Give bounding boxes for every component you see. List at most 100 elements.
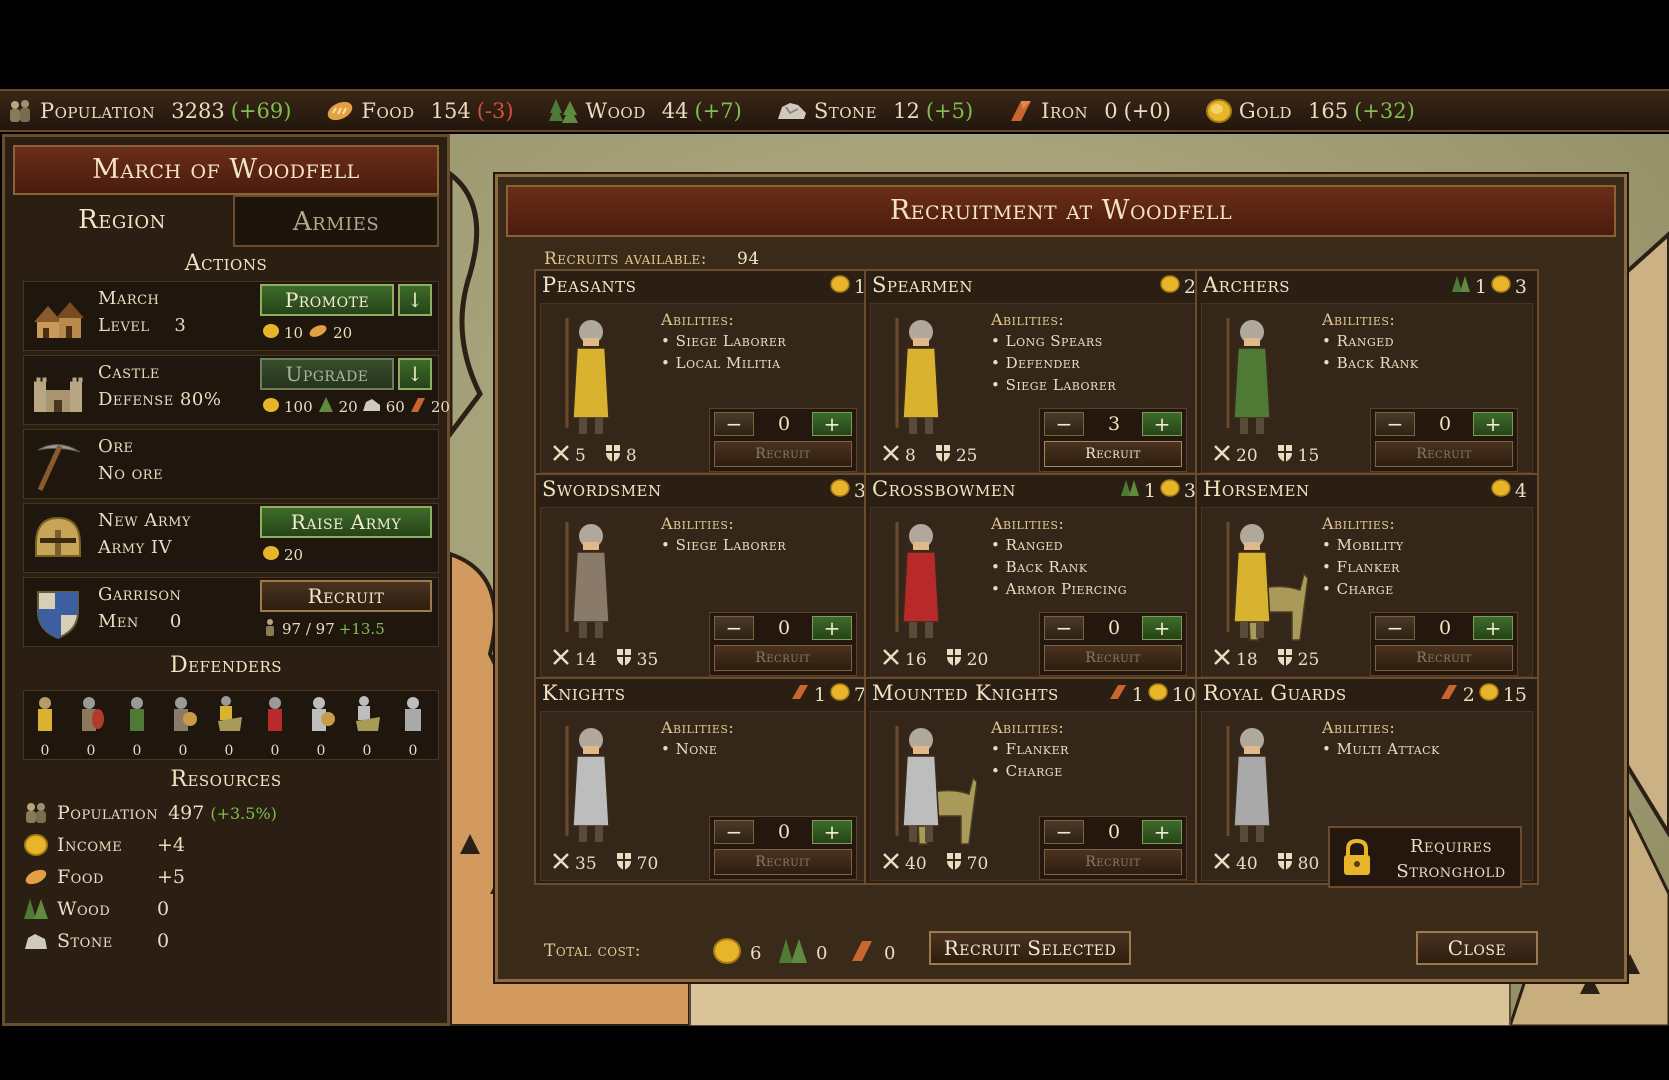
unit-recruit-button[interactable]: Recruit: [714, 645, 852, 671]
unit-stats: 16 20: [881, 647, 992, 672]
unit-card: Peasants 1 Abilities: • Siege Laborer • Loca…: [534, 269, 878, 477]
decrease-button[interactable]: −: [1375, 412, 1415, 436]
gold-coin-icon: [1491, 479, 1511, 502]
crossed-swords-icon: [551, 443, 571, 468]
gold-coin-icon: [23, 833, 53, 857]
unit-recruit-button[interactable]: Recruit: [1044, 849, 1182, 875]
unit-quantity[interactable]: 0: [758, 412, 810, 436]
unit-attack: 35: [575, 853, 597, 874]
unit-recruit-button[interactable]: Recruit: [714, 441, 852, 467]
unit-quantity[interactable]: 0: [1419, 412, 1471, 436]
upgrade-arrow-button[interactable]: ↓: [398, 358, 432, 390]
garrison-label: Garrison: [98, 584, 182, 605]
garrison-recruit-button[interactable]: Recruit: [260, 580, 432, 612]
region-food-value: +5: [157, 866, 186, 888]
recruits-value: 94: [737, 249, 760, 269]
stone-icon: [23, 929, 53, 953]
region-wood-value: 0: [157, 898, 170, 920]
decrease-button[interactable]: −: [714, 820, 754, 844]
castle-icon: [28, 362, 88, 420]
decrease-button[interactable]: −: [714, 412, 754, 436]
unit-gold-cost: 10: [1171, 683, 1196, 706]
decrease-button[interactable]: −: [714, 616, 754, 640]
upgrade-iron-cost: 20: [430, 398, 450, 416]
defender-crossbowman[interactable]: 0: [256, 695, 294, 759]
crossed-swords-icon: [1212, 647, 1232, 672]
defender-horseman[interactable]: 0: [210, 695, 248, 759]
close-button[interactable]: Close: [1416, 931, 1538, 965]
unit-quantity[interactable]: 0: [1088, 616, 1140, 640]
raise-army-button[interactable]: Raise Army: [260, 506, 432, 538]
defender-count: 0: [224, 743, 234, 759]
unit-recruit-button[interactable]: Recruit: [1044, 441, 1182, 467]
total-wood-value: 0: [816, 943, 828, 964]
unit-quantity[interactable]: 3: [1088, 412, 1140, 436]
defender-royal-guard[interactable]: 0: [394, 695, 432, 759]
shield-icon: [615, 851, 633, 876]
unit-quantity[interactable]: 0: [1419, 616, 1471, 640]
promote-arrow-button[interactable]: ↓: [398, 284, 432, 316]
increase-button[interactable]: +: [1142, 412, 1182, 436]
increase-button[interactable]: +: [1142, 820, 1182, 844]
region-stone: Stone 0: [23, 929, 169, 953]
unit-quantity[interactable]: 0: [758, 820, 810, 844]
promote-button[interactable]: Promote: [260, 284, 394, 316]
resource-bar: Population 3283 (+69) Food 154 (-3) Wood…: [0, 89, 1669, 132]
march-row: March Level 3 Promote ↓ 10 20: [23, 281, 439, 351]
defender-count: 0: [40, 743, 50, 759]
tab-region[interactable]: Region: [13, 195, 231, 247]
unit-body: Abilities: • Ranged • Back Rank • Armor Pie…: [870, 507, 1202, 677]
unit-portrait-icon: [547, 512, 647, 642]
unit-recruit-button[interactable]: Recruit: [714, 849, 852, 875]
stone-delta: (+5): [925, 98, 974, 123]
iron-ingot-icon: [1439, 683, 1459, 706]
increase-button[interactable]: +: [1473, 616, 1513, 640]
region-income-label: Income: [57, 834, 123, 856]
garrison-row: Garrison Men 0 Recruit 97 / 97 +13.5: [23, 577, 439, 647]
defender-archer[interactable]: 0: [118, 695, 156, 759]
unit-recruit-button[interactable]: Recruit: [1375, 441, 1513, 467]
decrease-button[interactable]: −: [1044, 616, 1084, 640]
defender-peasant[interactable]: 0: [26, 695, 64, 759]
unit-quantity[interactable]: 0: [1088, 820, 1140, 844]
defender-mounted-knight[interactable]: 0: [348, 695, 386, 759]
increase-button[interactable]: +: [1473, 412, 1513, 436]
unit-recruit-button[interactable]: Recruit: [1044, 645, 1182, 671]
unit-ability: • Charge: [1322, 580, 1394, 598]
upgrade-button[interactable]: Upgrade: [260, 358, 394, 390]
unit-ability: • Back Rank: [1322, 354, 1419, 372]
defender-count: 0: [86, 743, 96, 759]
unit-quantity[interactable]: 0: [758, 616, 810, 640]
gold-coin-icon: [712, 937, 742, 970]
decrease-button[interactable]: −: [1044, 412, 1084, 436]
decrease-button[interactable]: −: [1044, 820, 1084, 844]
region-panel: March of Woodfell Region Armies Actions …: [2, 134, 450, 1026]
unit-attack: 40: [1236, 853, 1258, 874]
defender-spearman[interactable]: 0: [72, 695, 110, 759]
increase-button[interactable]: +: [1142, 616, 1182, 640]
unit-ability: • Ranged: [991, 536, 1064, 554]
population-delta: (+69): [230, 98, 292, 123]
defender-swordsman[interactable]: 0: [164, 695, 202, 759]
unit-recruit-button[interactable]: Recruit: [1375, 645, 1513, 671]
unit-cost: 1: [828, 275, 868, 298]
unit-defense: 70: [636, 853, 659, 874]
decrease-button[interactable]: −: [1375, 616, 1415, 640]
helmet-icon: [28, 510, 88, 568]
increase-button[interactable]: +: [812, 820, 852, 844]
defender-knight[interactable]: 0: [302, 695, 340, 759]
total-gold: 6: [704, 937, 761, 970]
tab-armies[interactable]: Armies: [233, 195, 439, 247]
unit-card: Spearmen 2 Abilities: • Long Spears • Defend…: [864, 269, 1208, 477]
unit-card: Mounted Knights 1 10 Abilities: • Flanker • C…: [864, 677, 1208, 885]
unit-ability: • Local Militia: [661, 354, 781, 372]
unit-name: Peasants: [542, 273, 637, 297]
defenders-heading: Defenders: [169, 653, 283, 678]
level-label: Level: [98, 315, 150, 336]
increase-button[interactable]: +: [812, 616, 852, 640]
recruit-selected-button[interactable]: Recruit Selected: [929, 931, 1131, 965]
crossed-swords-icon: [551, 851, 571, 876]
unit-stepper: −0 + Recruit: [709, 816, 857, 880]
unit-defense: 80: [1297, 853, 1320, 874]
increase-button[interactable]: +: [812, 412, 852, 436]
